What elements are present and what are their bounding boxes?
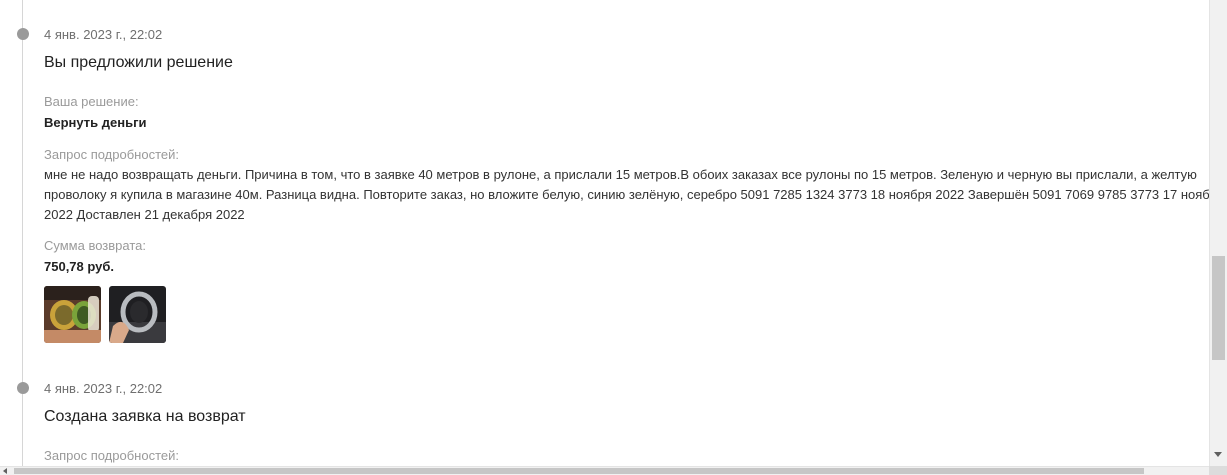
timeline-event-return-created: 4 янв. 2023 г., 22:02 Создана заявка на …	[44, 381, 1209, 464]
vertical-scrollbar-thumb[interactable]	[1212, 256, 1225, 360]
details-label: Запрос подробностей:	[44, 448, 179, 463]
details-label: Запрос подробностей:	[44, 147, 179, 162]
refund-timeline-panel: 4 янв. 2023 г., 22:02 Вы предложили реше…	[0, 0, 1209, 466]
scroll-down-arrow-icon[interactable]	[1214, 452, 1222, 457]
attachment-photo-1[interactable]	[44, 286, 101, 343]
details-line: 2022 Доставлен 21 декабря 2022	[44, 207, 245, 222]
vertical-scrollbar[interactable]	[1209, 0, 1227, 466]
horizontal-scrollbar-thumb[interactable]	[14, 468, 1144, 474]
refund-amount: 750,78 руб.	[44, 259, 115, 274]
attachment-thumbnails	[44, 286, 1209, 343]
wire-roll-photo-icon	[109, 286, 166, 343]
event-title: Создана заявка на возврат	[44, 408, 246, 425]
horizontal-scrollbar[interactable]	[0, 466, 1209, 475]
event-title: Вы предложили решение	[44, 54, 233, 71]
details-line: проволоку я купила в магазине 40м. Разни…	[44, 187, 1209, 202]
details-line: мне не надо возвращать деньги. Причина в…	[44, 167, 1197, 182]
details-text: мне не надо возвращать деньги. Причина в…	[44, 165, 1209, 225]
timeline-event-solution: 4 янв. 2023 г., 22:02 Вы предложили реше…	[44, 27, 1209, 343]
timeline-line	[22, 0, 23, 466]
refund-label: Сумма возврата:	[44, 238, 146, 253]
solution-label: Ваша решение:	[44, 94, 139, 109]
scrollbar-corner	[1209, 466, 1227, 475]
scroll-left-arrow-icon[interactable]	[3, 468, 7, 474]
timeline-dot	[17, 382, 29, 394]
solution-value: Вернуть деньги	[44, 115, 147, 130]
wire-rolls-photo-icon	[44, 286, 101, 343]
attachment-photo-2[interactable]	[109, 286, 166, 343]
timeline-dot	[17, 28, 29, 40]
event-date: 4 янв. 2023 г., 22:02	[44, 27, 163, 42]
event-date: 4 янв. 2023 г., 22:02	[44, 381, 163, 396]
